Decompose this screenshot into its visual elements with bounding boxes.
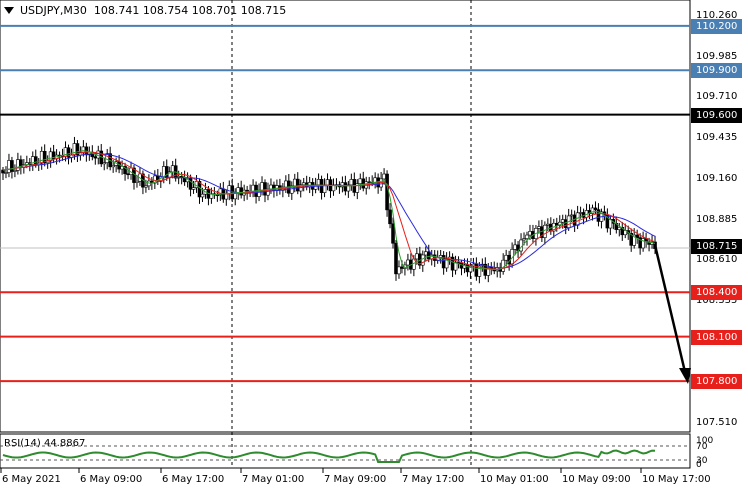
- candle-body: [164, 166, 169, 179]
- candle-body: [170, 165, 175, 173]
- candle-body: [504, 254, 508, 261]
- price-tick-label: 107.510: [696, 417, 738, 428]
- candle-body: [569, 214, 574, 217]
- candle-body: [537, 226, 541, 229]
- candle-body: [415, 253, 419, 260]
- candle-body: [382, 173, 386, 180]
- candle-body: [406, 259, 410, 266]
- price-level-tag: 109.600: [691, 107, 742, 123]
- time-tick-label: 10 May 01:00: [480, 474, 549, 485]
- time-tick-label: 6 May 2021: [2, 474, 61, 485]
- candle-body: [111, 165, 115, 168]
- candle-body: [423, 251, 428, 256]
- time-tick-label: 7 May 17:00: [402, 474, 465, 485]
- price-tick-label: 109.435: [696, 132, 738, 144]
- symbol-info: USDJPY,M30 108.741 108.754 108.701 108.7…: [20, 3, 287, 17]
- axis-ticks: [0, 468, 642, 473]
- candle-body: [93, 156, 98, 159]
- candle-body: [513, 244, 517, 250]
- candle-body: [10, 160, 14, 172]
- candle-body: [385, 173, 389, 211]
- time-tick-label: 7 May 01:00: [242, 474, 305, 485]
- candle-body: [224, 193, 229, 200]
- candle-body: [227, 185, 232, 195]
- collapse-arrow-icon[interactable]: [4, 6, 14, 14]
- candle-body: [578, 212, 583, 214]
- candle-body: [260, 182, 264, 191]
- candle-body: [343, 182, 348, 192]
- chart-canvas[interactable]: [0, 0, 748, 496]
- rsi-tick-label: 0: [696, 460, 702, 470]
- price-level-tag: 108.100: [691, 329, 742, 345]
- candle-body: [188, 177, 193, 190]
- candle-body: [522, 238, 526, 241]
- rsi-tick-label: 70: [696, 442, 708, 452]
- price-level-tag: 108.400: [691, 285, 742, 301]
- candle-body: [361, 178, 366, 189]
- candle-body: [239, 187, 243, 196]
- candle-body: [325, 179, 330, 186]
- time-tick-label: 7 May 09:00: [324, 474, 387, 485]
- candle-body: [546, 223, 550, 226]
- candle-body: [635, 234, 639, 238]
- candle-body: [144, 185, 148, 188]
- candle-body: [397, 266, 401, 275]
- candle-body: [641, 238, 645, 249]
- candle-body: [102, 162, 107, 165]
- candle-body: [358, 178, 363, 184]
- candle-body: [292, 178, 297, 187]
- candle-body: [543, 224, 547, 238]
- price-level-tag: 109.900: [691, 63, 742, 79]
- candle-body: [388, 209, 392, 225]
- candle-body: [528, 231, 532, 236]
- candle-body: [81, 146, 86, 153]
- candle-body: [400, 266, 404, 269]
- candle-body: [7, 160, 11, 173]
- price-tick-label: 109.985: [696, 50, 738, 62]
- candle-body: [295, 178, 300, 192]
- candle-body: [560, 219, 565, 223]
- candle-body: [4, 172, 8, 174]
- candle-body: [126, 173, 130, 176]
- candle-body: [1, 169, 5, 174]
- candle-body: [13, 170, 17, 172]
- candle-body: [200, 193, 205, 198]
- candle-body: [251, 184, 255, 192]
- candle-body: [420, 254, 425, 266]
- price-tick-label: 109.160: [696, 172, 738, 184]
- candle-body: [96, 150, 101, 159]
- time-tick-label: 6 May 17:00: [162, 474, 225, 485]
- candle-body: [284, 180, 288, 188]
- rsi-panel-frame: [0, 433, 691, 469]
- price-level-tag: 107.800: [691, 374, 742, 390]
- symbol-title-bar[interactable]: USDJPY,M30 108.741 108.754 108.701 108.7…: [0, 0, 286, 20]
- current-price-tag: 108.715: [691, 238, 742, 254]
- time-tick-label: 10 May 09:00: [562, 474, 631, 485]
- price-tick-label: 108.610: [696, 254, 738, 266]
- rsi-indicator-label: RSI(14) 44.8867: [4, 438, 86, 449]
- candle-body: [349, 179, 354, 186]
- candle-body: [391, 223, 395, 244]
- candle-body: [617, 227, 622, 230]
- candle-body: [301, 182, 306, 186]
- candle-body: [426, 251, 431, 260]
- candle-body: [16, 159, 20, 171]
- price-level-tag: 110.200: [691, 18, 742, 34]
- candle-body: [191, 187, 196, 190]
- candle-body: [72, 143, 77, 156]
- candle-body: [263, 182, 267, 196]
- candle-body: [525, 234, 529, 239]
- candle-body: [316, 179, 321, 186]
- candle-body: [135, 180, 139, 183]
- price-tick-label: 109.710: [696, 91, 738, 103]
- time-tick-label: 10 May 17:00: [642, 474, 711, 485]
- candle-body: [39, 151, 44, 164]
- time-tick-label: 6 May 09:00: [80, 474, 143, 485]
- candle-body: [394, 242, 398, 275]
- candle-body: [593, 207, 598, 210]
- price-tick-label: 108.885: [696, 213, 738, 225]
